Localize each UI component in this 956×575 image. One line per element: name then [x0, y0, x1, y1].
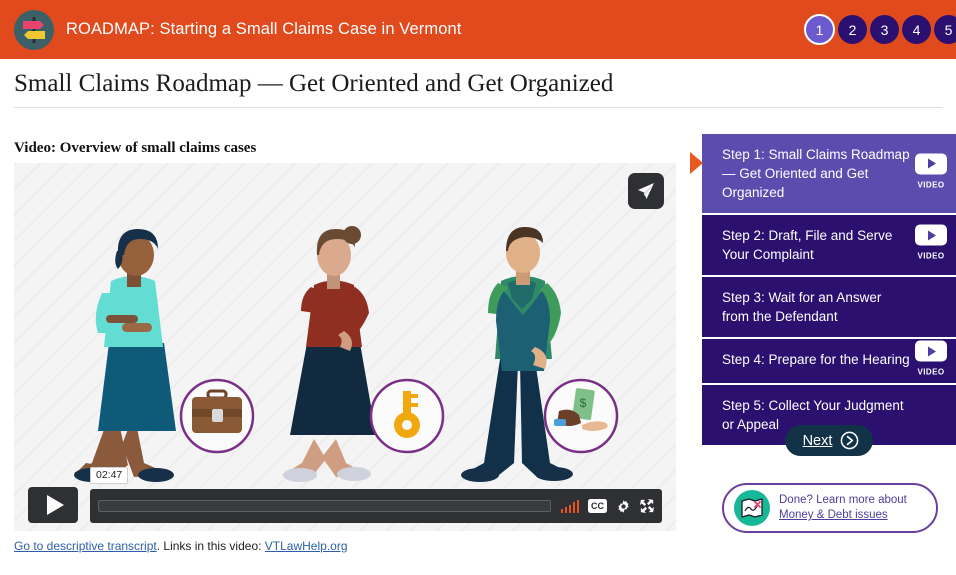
video-play-icon	[915, 340, 947, 362]
step-dot-3[interactable]: 3	[870, 15, 899, 44]
video-badge-label: VIDEO	[917, 367, 945, 377]
callout-text: Done? Learn more about Money & Debt issu…	[779, 493, 907, 523]
steps-sidebar: Step 1: Small Claims Roadmap — Get Orien…	[690, 134, 956, 447]
video-controls[interactable]: 02:47 CC	[28, 467, 662, 523]
descriptive-transcript-link[interactable]: Go to descriptive transcript	[14, 539, 157, 553]
video-badge: VIDEO	[915, 340, 947, 382]
paper-plane-icon[interactable]	[628, 173, 664, 209]
fullscreen-icon[interactable]	[640, 499, 654, 513]
video-play-icon	[915, 153, 947, 174]
figure-two	[282, 226, 376, 482]
sidebar-step-4[interactable]: Step 4: Prepare for the Hearing VIDEO	[702, 339, 956, 385]
app-header: ROADMAP: Starting a Small Claims Case in…	[0, 0, 956, 59]
step-nav-dots[interactable]: 1 2 3 4 5	[804, 0, 956, 59]
gear-icon[interactable]	[616, 499, 631, 514]
callout-line-1: Done? Learn more about	[779, 494, 907, 506]
step-dot-2[interactable]: 2	[838, 15, 867, 44]
svg-text:$: $	[580, 396, 587, 410]
figure-one	[74, 229, 176, 482]
progress-scrubber[interactable]	[98, 500, 551, 512]
cc-icon[interactable]: CC	[588, 499, 607, 513]
video-badge-label: VIDEO	[917, 180, 945, 189]
page-title: Small Claims Roadmap — Get Oriented and …	[14, 70, 614, 97]
app-title: ROADMAP: Starting a Small Claims Case in…	[66, 20, 462, 38]
video-badge: VIDEO	[915, 153, 947, 194]
signpost-icon	[14, 9, 54, 50]
money-in-hand-icon: $	[543, 378, 619, 454]
transcript-middle-text: . Links in this video:	[156, 539, 265, 553]
video-play-icon	[915, 224, 947, 246]
next-button[interactable]: Next	[784, 425, 874, 456]
step-dot-4[interactable]: 4	[902, 15, 931, 44]
video-badge: VIDEO	[915, 224, 947, 266]
callout-link[interactable]: Money & Debt issues	[779, 509, 888, 521]
chevron-right-circle-icon	[841, 431, 859, 450]
sidebar-step-1[interactable]: Step 1: Small Claims Roadmap — Get Orien…	[690, 134, 956, 215]
next-button-wrap: Next	[702, 425, 956, 456]
sidebar-step-1-label: Step 1: Small Claims Roadmap — Get Orien…	[722, 147, 910, 200]
map-marker-icon	[734, 490, 770, 526]
vtlawhelp-link[interactable]: VTLawHelp.org	[265, 539, 348, 553]
sidebar-step-3-label: Step 3: Wait for an Answer from the Defe…	[722, 290, 882, 324]
money-debt-callout[interactable]: Done? Learn more about Money & Debt issu…	[722, 483, 938, 533]
key-icon	[369, 378, 445, 454]
sidebar-step-2-label: Step 2: Draft, File and Serve Your Compl…	[722, 228, 893, 262]
transcript-line: Go to descriptive transcript. Links in t…	[14, 539, 348, 553]
briefcase-icon	[179, 378, 255, 454]
video-badge-label: VIDEO	[917, 251, 945, 261]
volume-bars-icon[interactable]	[560, 499, 579, 513]
play-icon[interactable]	[28, 487, 78, 523]
sidebar-step-3[interactable]: Step 3: Wait for an Answer from the Defe…	[702, 277, 956, 339]
step-dot-1[interactable]: 1	[804, 14, 835, 45]
video-player[interactable]: $ 02:47 CC	[14, 163, 676, 531]
video-time: 02:47	[90, 467, 129, 484]
next-button-label: Next	[802, 432, 833, 449]
title-divider	[14, 107, 942, 108]
sidebar-step-2[interactable]: Step 2: Draft, File and Serve Your Compl…	[702, 215, 956, 277]
video-caption: Video: Overview of small claims cases	[14, 140, 257, 156]
sidebar-step-4-label: Step 4: Prepare for the Hearing	[722, 352, 910, 367]
step-dot-5[interactable]: 5	[934, 15, 956, 44]
